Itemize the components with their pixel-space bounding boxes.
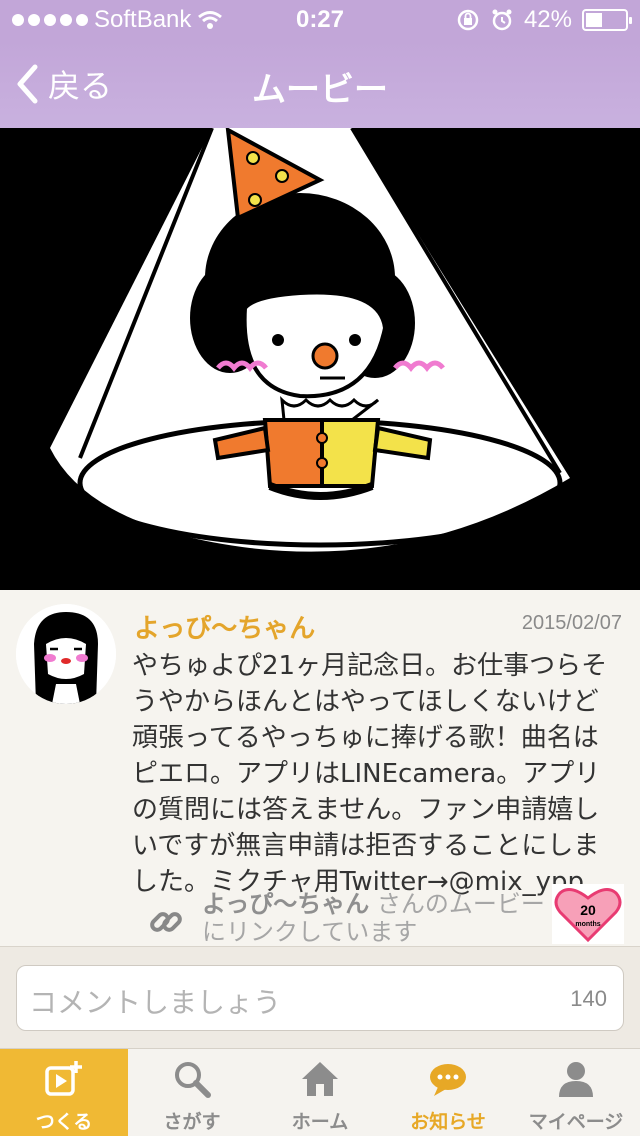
comment-input[interactable]: コメントしましょう 140: [16, 965, 624, 1031]
post-body: やちゅよぴ21ヶ月記念日。お仕事つらそうやからほんとはやってほしくないけど頑張っ…: [132, 651, 608, 897]
rotation-lock-icon: [457, 9, 479, 31]
badge-number: 20: [580, 902, 596, 918]
link-icon: [150, 912, 182, 932]
notification-bubble-icon: [430, 1064, 466, 1096]
linked-movie-notice[interactable]: よっぴ〜ちゃん さんのムービーにリンクしています: [148, 890, 548, 946]
clown-illustration: [50, 128, 570, 552]
character-count: 140: [570, 986, 607, 1011]
linked-movie-text: よっぴ〜ちゃん さんのムービーにリンクしています: [202, 890, 548, 946]
author-name[interactable]: よっぴ〜ちゃん: [134, 608, 315, 645]
tab-mypage[interactable]: マイページ: [512, 1049, 640, 1136]
tab-home[interactable]: ホーム: [256, 1049, 384, 1136]
avatar[interactable]: [16, 604, 116, 704]
linked-author-name: よっぴ〜ちゃん: [202, 890, 370, 918]
badge-label: months: [575, 921, 600, 928]
tab-create[interactable]: つくる: [0, 1049, 128, 1136]
comment-area: コメントしましょう 140: [0, 946, 640, 1048]
tab-bar: つくる さがす ホーム お知らせ マイページ: [0, 1048, 640, 1136]
tab-search-label: さがす: [163, 1111, 221, 1133]
tab-mypage-label: マイページ: [528, 1111, 624, 1133]
comment-placeholder: コメントしましょう: [29, 986, 282, 1019]
post-detail: よっぴ〜ちゃん 2015/02/07 やちゅよぴ21ヶ月記念日。お仕事つらそうや…: [0, 590, 640, 946]
battery-percent: 42%: [523, 6, 572, 33]
tab-notifications-label: お知らせ: [410, 1111, 486, 1133]
page-title: ムービー: [252, 70, 388, 110]
search-icon: [175, 1062, 211, 1098]
linked-movie-thumbnail[interactable]: 20 months: [552, 884, 624, 944]
tab-home-label: ホーム: [291, 1111, 349, 1133]
avatar-illustration: [16, 604, 116, 704]
status-bar: SoftBank 0:27 42%: [0, 0, 640, 40]
heart-icon: 20 months: [554, 887, 622, 943]
tab-notifications[interactable]: お知らせ: [384, 1049, 512, 1136]
battery-icon: [582, 9, 632, 31]
user-icon: [559, 1062, 593, 1097]
movie-player[interactable]: [0, 128, 640, 590]
create-movie-icon: [45, 1061, 82, 1096]
navigation-bar: 戻る ムービー: [0, 40, 640, 128]
post-date: 2015/02/07: [521, 612, 622, 634]
tab-search[interactable]: さがす: [128, 1049, 256, 1136]
alarm-icon: [492, 9, 512, 31]
tab-create-label: つくる: [35, 1111, 93, 1133]
home-icon: [302, 1062, 338, 1096]
